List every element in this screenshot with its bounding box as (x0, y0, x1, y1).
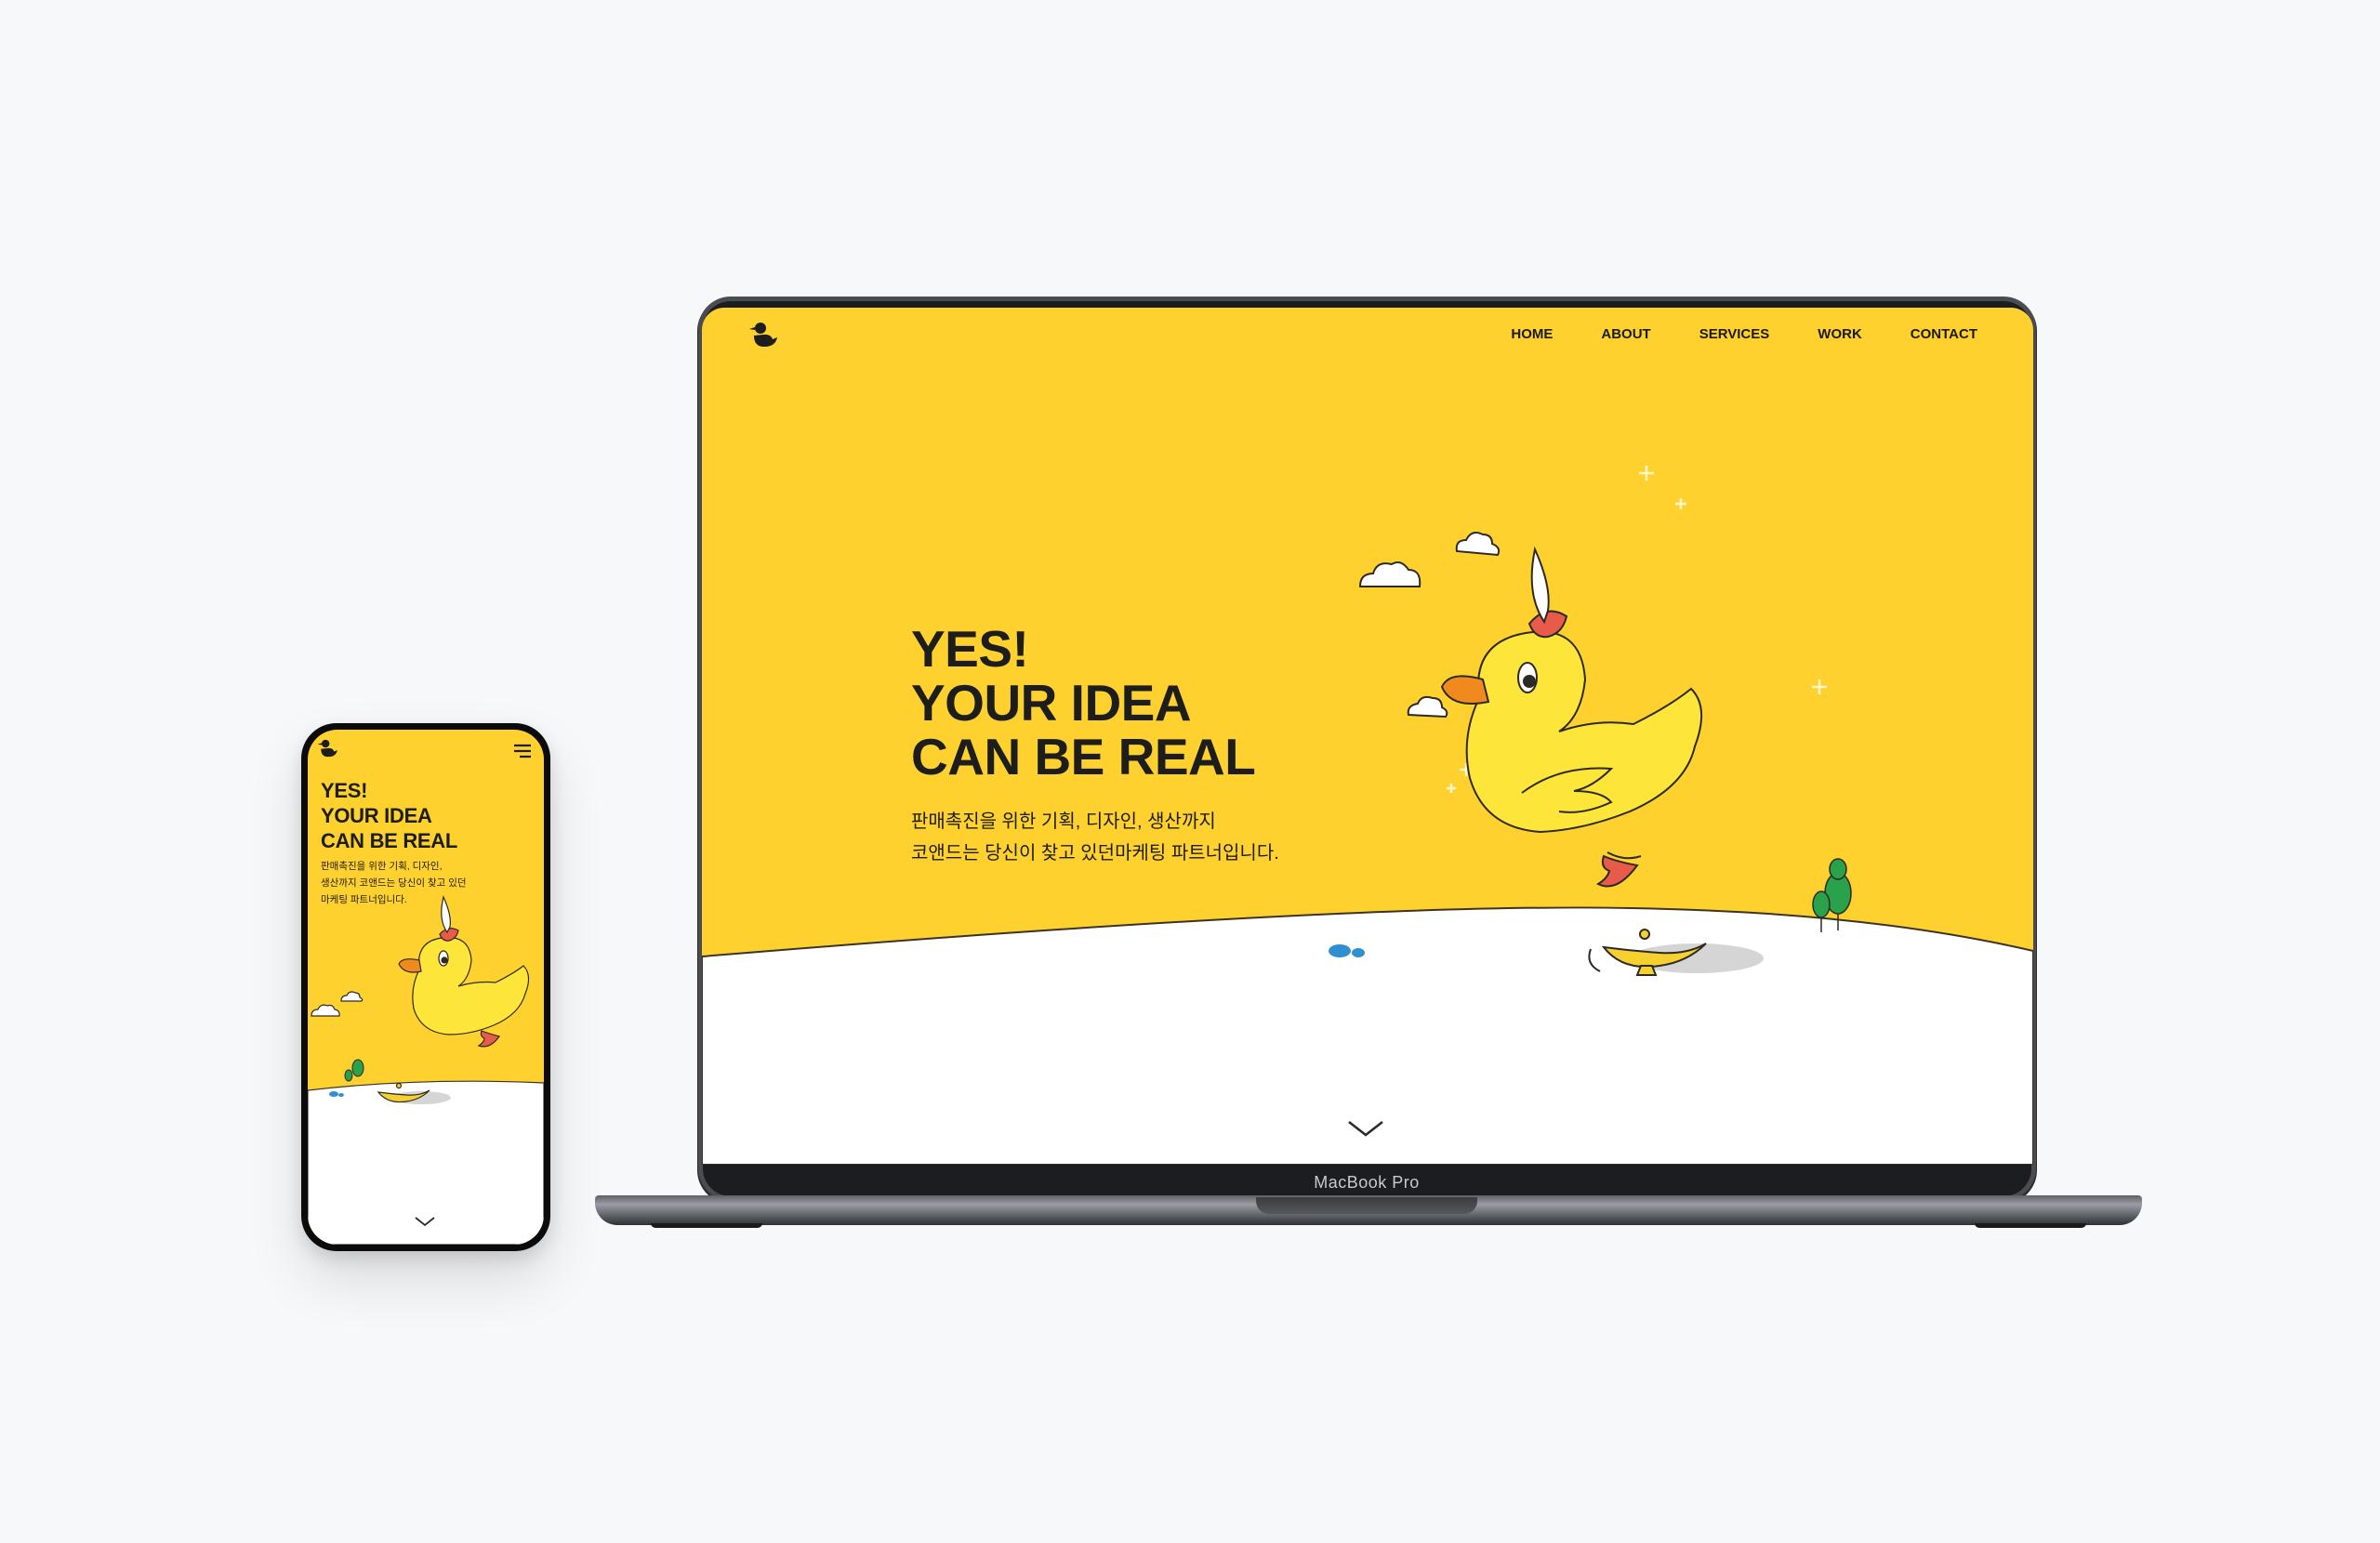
phone-hero-illustration (308, 895, 544, 1245)
laptop-hinge-notch (1256, 1197, 1477, 1214)
chevron-down-icon[interactable] (413, 1215, 437, 1228)
tree-icons (344, 1059, 364, 1082)
phone-screen: YES! YOUR IDEA CAN BE REAL 판매촉진을 위한 기획, … (308, 730, 544, 1245)
laptop-foot (1975, 1223, 2086, 1228)
laptop-brand-label: MacBook Pro (1314, 1173, 1420, 1192)
hero-illustration (702, 466, 2033, 1165)
duck-illustration (398, 895, 530, 1048)
cloud-icons (311, 991, 364, 1017)
laptop-foot (651, 1223, 762, 1228)
laptop-screen: HOME ABOUT SERVICES WORK CONTACT YES! YO… (702, 308, 2033, 1165)
chevron-down-icon[interactable] (1345, 1116, 1386, 1139)
duck-illustration (1440, 546, 1703, 888)
